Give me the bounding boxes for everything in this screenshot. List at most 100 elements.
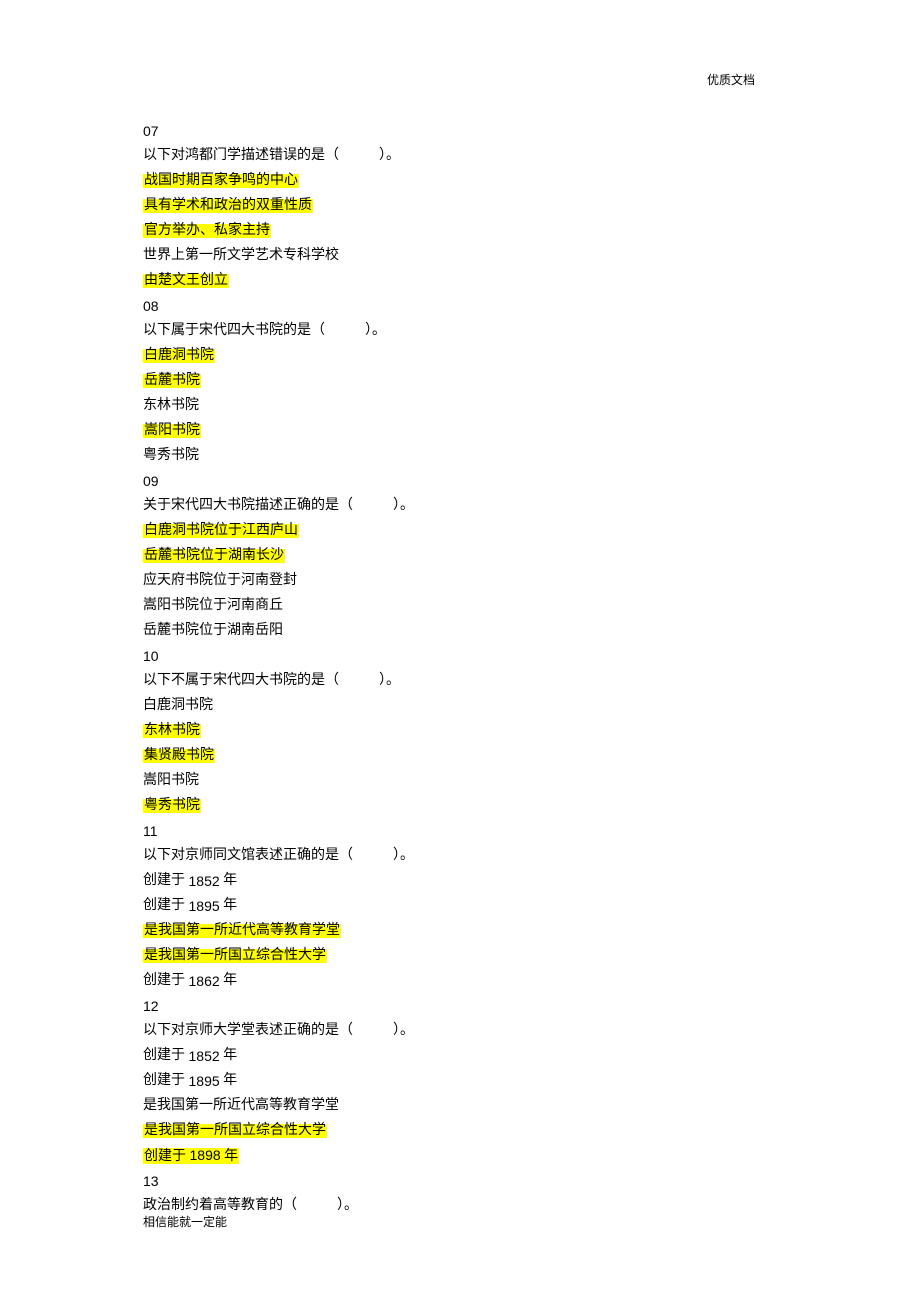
- question-stem: 以下对鸿都门学描述错误的是（ ）。: [143, 143, 783, 168]
- question-stem: 以下对京师同文馆表述正确的是（ ）。: [143, 843, 783, 868]
- question-number-text: 08: [143, 299, 159, 313]
- question-option: 创建于 1852 年: [143, 1043, 783, 1068]
- option-part: 年: [220, 874, 238, 888]
- question-option: 是我国第一所国立综合性大学: [143, 943, 783, 968]
- question-stem: 以下对京师大学堂表述正确的是（ ）。: [143, 1018, 783, 1043]
- question-option: 应天府书院位于河南登封: [143, 568, 783, 593]
- option-text: 白鹿洞书院: [143, 349, 215, 363]
- option-part: 年: [221, 1149, 239, 1164]
- question-option: 岳麓书院位于湖南岳阳: [143, 618, 783, 643]
- document-content: 07以下对鸿都门学描述错误的是（）。战国时期百家争鸣的中心具有学术和政治的双重性…: [143, 118, 783, 1218]
- question-option: 东林书院: [143, 718, 783, 743]
- question-option: 集贤殿书院: [143, 743, 783, 768]
- question-option: 嵩阳书院位于河南商丘: [143, 593, 783, 618]
- option-text: 岳麓书院位于湖南岳阳: [143, 624, 283, 638]
- footer-note: 相信能就一定能: [143, 1216, 227, 1228]
- option-text: 世界上第一所文学艺术专科学校: [143, 249, 339, 263]
- stem-pre: 以下对京师同文馆表述正确的是（: [143, 849, 353, 863]
- question-option: 岳麓书院: [143, 368, 783, 393]
- question-option: 嵩阳书院: [143, 768, 783, 793]
- stem-pre: 以下不属于宋代四大书院的是（: [143, 674, 339, 688]
- option-part: 1852: [189, 1049, 220, 1063]
- option-part: 创建于: [143, 1074, 189, 1088]
- option-text: 东林书院: [143, 724, 201, 738]
- option-text: 是我国第一所国立综合性大学: [143, 949, 327, 963]
- option-text: 嵩阳书院: [143, 774, 199, 788]
- question-option: 创建于 1895 年: [143, 1068, 783, 1093]
- option-text: 是我国第一所国立综合性大学: [143, 1124, 327, 1138]
- option-part: 1895: [189, 1074, 220, 1088]
- option-text: 岳麓书院位于湖南长沙: [143, 549, 285, 563]
- question-number: 10: [143, 643, 783, 668]
- question-option: 具有学术和政治的双重性质: [143, 193, 783, 218]
- option-part: 创建于: [143, 1049, 189, 1063]
- option-text: 具有学术和政治的双重性质: [143, 199, 313, 213]
- highlight: 创建于 1898 年: [143, 1148, 239, 1164]
- option-text: 是我国第一所近代高等教育学堂: [143, 1099, 339, 1113]
- question-option: 创建于 1898 年: [143, 1143, 783, 1168]
- question-option: 粤秀书院: [143, 443, 783, 468]
- option-text: 东林书院: [143, 399, 199, 413]
- question-stem: 关于宋代四大书院描述正确的是（）。: [143, 493, 783, 518]
- stem-pre: 关于宋代四大书院描述正确的是（: [143, 499, 353, 513]
- stem-post: ）。: [393, 849, 414, 863]
- stem-pre: 以下属于宋代四大书院的是（: [143, 324, 325, 338]
- question-option: 是我国第一所国立综合性大学: [143, 1118, 783, 1143]
- question-number: 11: [143, 818, 783, 843]
- option-part: 创建于: [144, 1149, 190, 1164]
- option-part: 创建于: [143, 899, 189, 913]
- stem-post: ）。: [379, 149, 400, 163]
- option-part: 1898: [190, 1147, 221, 1163]
- option-part: 年: [220, 1074, 238, 1088]
- stem-pre: 以下对鸿都门学描述错误的是（: [143, 149, 339, 163]
- question-number-text: 11: [143, 824, 158, 838]
- question-number-text: 09: [143, 474, 159, 488]
- question-number: 07: [143, 118, 783, 143]
- question-option: 创建于 1895 年: [143, 893, 783, 918]
- question-option: 是我国第一所近代高等教育学堂: [143, 918, 783, 943]
- question-option: 东林书院: [143, 393, 783, 418]
- question-number-text: 12: [143, 999, 159, 1013]
- option-text: 应天府书院位于河南登封: [143, 574, 297, 588]
- option-text: 嵩阳书院: [143, 424, 201, 438]
- option-text: 白鹿洞书院位于江西庐山: [143, 524, 299, 538]
- option-text: 战国时期百家争鸣的中心: [143, 174, 299, 188]
- question-option: 由楚文王创立: [143, 268, 783, 293]
- question-option: 嵩阳书院: [143, 418, 783, 443]
- option-part: 1895: [189, 899, 220, 913]
- option-text: 嵩阳书院位于河南商丘: [143, 599, 283, 613]
- option-text: 是我国第一所近代高等教育学堂: [143, 924, 341, 938]
- question-number-text: 07: [143, 124, 159, 138]
- question-option: 创建于 1862 年: [143, 968, 783, 993]
- question-option: 官方举办、私家主持: [143, 218, 783, 243]
- question-option: 是我国第一所近代高等教育学堂: [143, 1093, 783, 1118]
- question-number: 08: [143, 293, 783, 318]
- question-option: 白鹿洞书院位于江西庐山: [143, 518, 783, 543]
- option-part: 年: [220, 899, 238, 913]
- stem-pre: 政治制约着高等教育的（: [143, 1199, 297, 1213]
- option-part: 1862: [189, 974, 220, 988]
- option-text: 白鹿洞书院: [143, 699, 213, 713]
- question-stem: 政治制约着高等教育的（ ）。: [143, 1193, 783, 1218]
- header-note: 优质文档: [707, 74, 755, 86]
- question-number: 09: [143, 468, 783, 493]
- option-text: 由楚文王创立: [143, 274, 229, 288]
- stem-post: ）。: [365, 324, 386, 338]
- question-stem: 以下不属于宋代四大书院的是（ ）。: [143, 668, 783, 693]
- question-option: 白鹿洞书院: [143, 343, 783, 368]
- question-option: 岳麓书院位于湖南长沙: [143, 543, 783, 568]
- option-part: 年: [220, 974, 238, 988]
- stem-post: ）。: [393, 1024, 414, 1038]
- question-number: 13: [143, 1168, 783, 1193]
- question-option: 创建于 1852 年: [143, 868, 783, 893]
- option-part: 创建于: [143, 874, 189, 888]
- stem-post: ）。: [337, 1199, 358, 1213]
- option-text: 粤秀书院: [143, 799, 201, 813]
- stem-post: ）。: [379, 674, 400, 688]
- question-number-text: 13: [143, 1174, 159, 1188]
- option-text: 集贤殿书院: [143, 749, 215, 763]
- stem-pre: 以下对京师大学堂表述正确的是（: [143, 1024, 353, 1038]
- option-text: 官方举办、私家主持: [143, 224, 271, 238]
- document-page: 优质文档 07以下对鸿都门学描述错误的是（）。战国时期百家争鸣的中心具有学术和政…: [0, 0, 920, 1303]
- option-text: 岳麓书院: [143, 374, 201, 388]
